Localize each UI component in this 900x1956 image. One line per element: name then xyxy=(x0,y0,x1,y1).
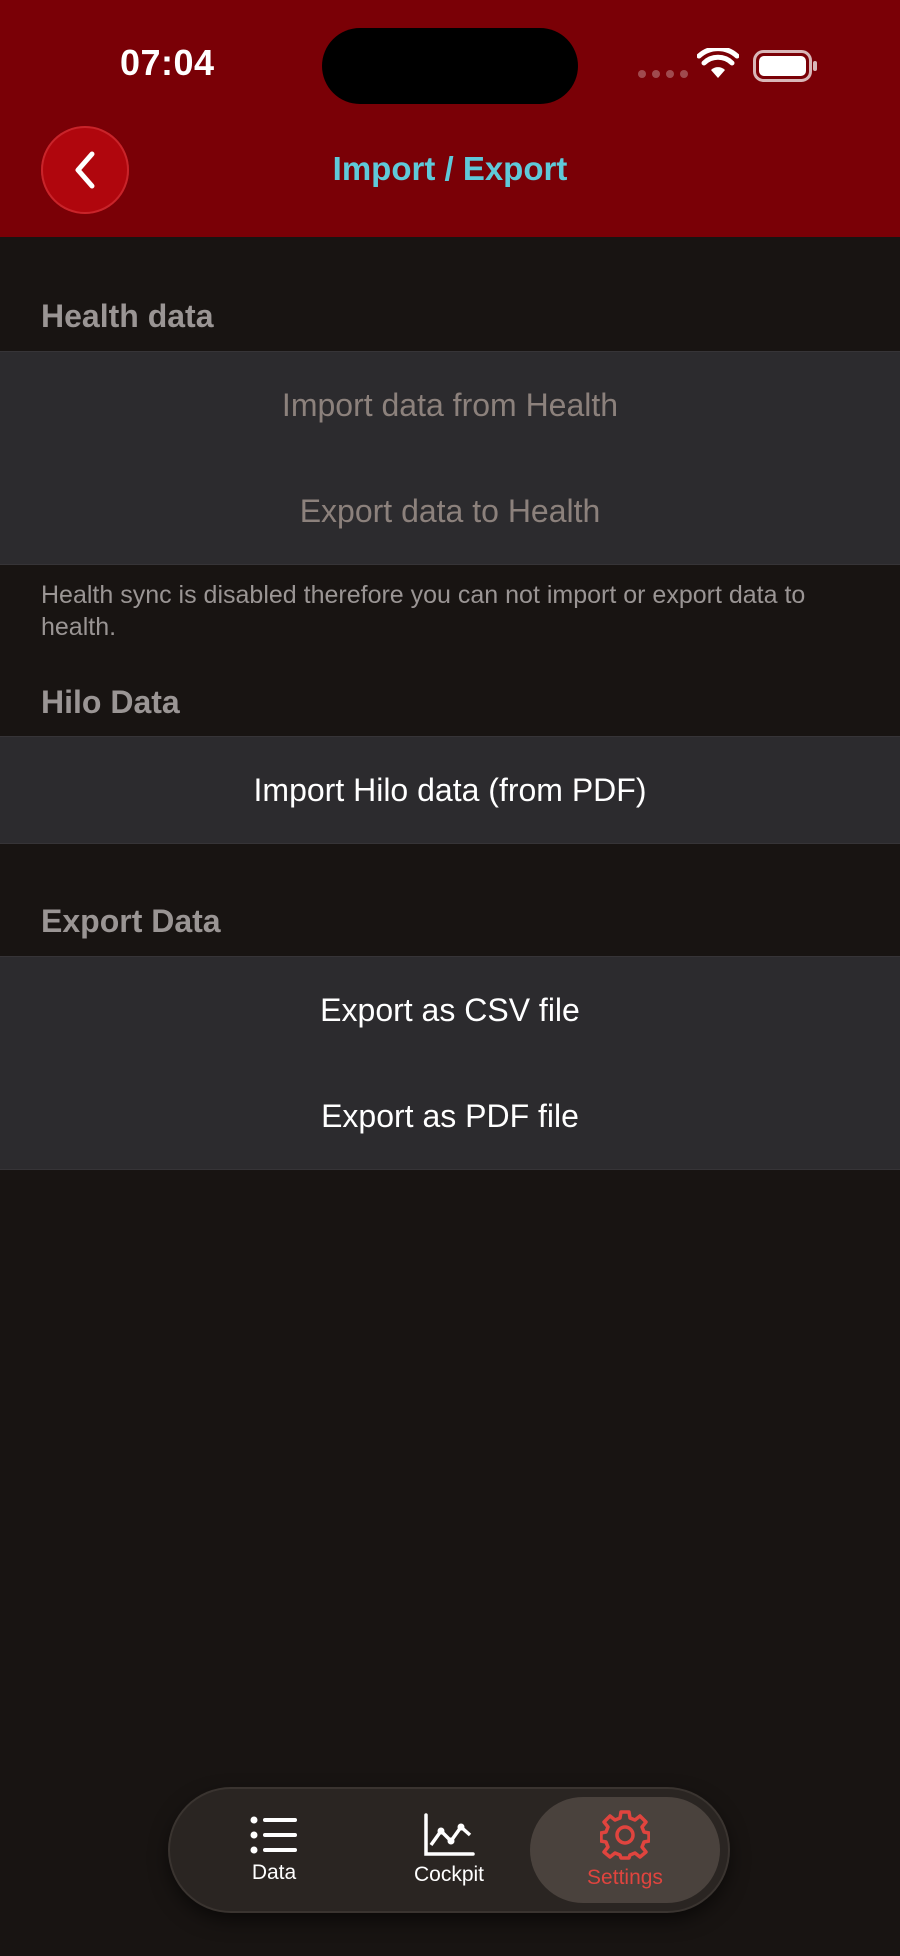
export-pdf-button[interactable]: Export as PDF file xyxy=(0,1063,900,1169)
import-hilo-pdf-button[interactable]: Import Hilo data (from PDF) xyxy=(0,737,900,843)
navigation-header: 07:04 Import / Export xyxy=(0,0,900,237)
gear-icon xyxy=(600,1810,650,1860)
wifi-icon xyxy=(697,48,739,78)
section-header-health: Health data xyxy=(41,298,214,334)
export-to-health-button[interactable]: Export data to Health xyxy=(0,458,900,564)
cellular-signal-icon xyxy=(638,70,688,78)
tab-cockpit-label: Cockpit xyxy=(413,1863,485,1886)
tab-data[interactable]: Data xyxy=(190,1797,358,1903)
tab-bar: Data Cockpit Settings xyxy=(170,1789,728,1911)
battery-icon xyxy=(753,50,817,82)
tab-data-label: Data xyxy=(251,1861,297,1884)
tab-settings-label: Settings xyxy=(587,1866,663,1889)
health-sync-disabled-note: Health sync is disabled therefore you ca… xyxy=(41,581,806,641)
section-header-hilo: Hilo Data xyxy=(41,684,180,720)
status-time: 07:04 xyxy=(120,42,215,83)
dynamic-island xyxy=(322,28,578,104)
list-icon xyxy=(250,1816,297,1854)
page-title: Import / Export xyxy=(332,150,568,187)
hilo-data-group: Import Hilo data (from PDF) xyxy=(0,736,900,844)
tab-cockpit[interactable]: Cockpit xyxy=(365,1797,533,1903)
health-data-group: Import data from Health Export data to H… xyxy=(0,351,900,565)
chart-icon xyxy=(424,1813,475,1856)
screen: 07:04 Import / Export Health data Import… xyxy=(0,0,900,1956)
tab-settings[interactable]: Settings xyxy=(530,1797,720,1903)
section-header-export: Export Data xyxy=(41,903,221,939)
export-data-group: Export as CSV file Export as PDF file xyxy=(0,956,900,1170)
import-from-health-button[interactable]: Import data from Health xyxy=(0,352,900,458)
export-csv-button[interactable]: Export as CSV file xyxy=(0,957,900,1063)
